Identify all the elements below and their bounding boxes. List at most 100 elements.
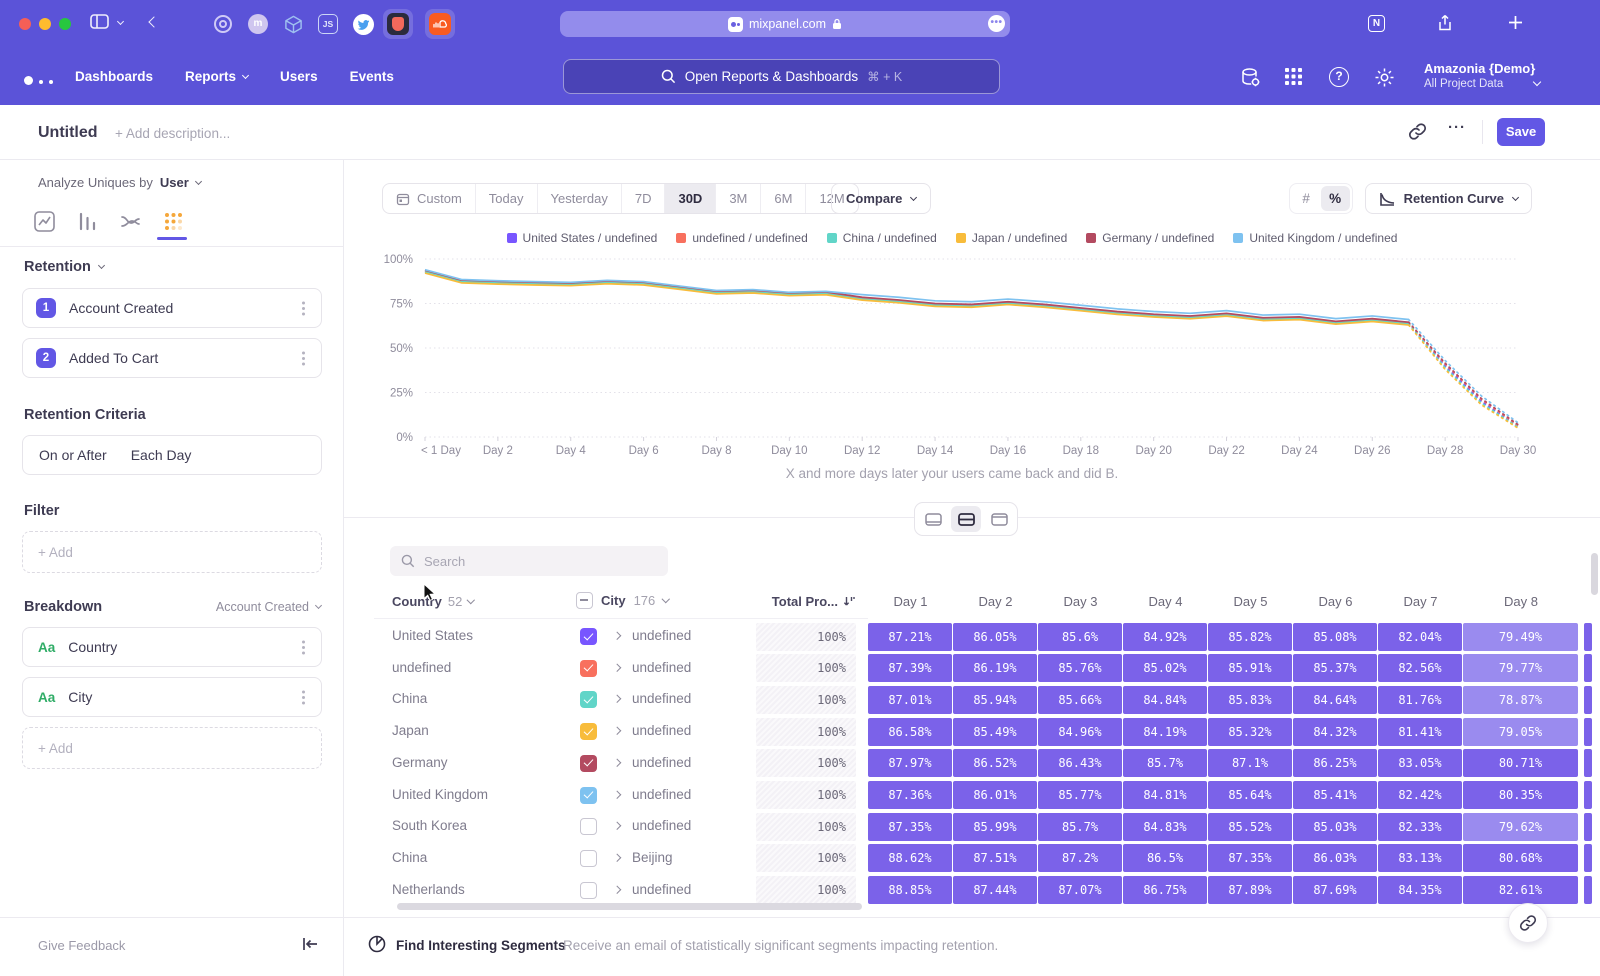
sidebar-toggle-icon[interactable]	[90, 14, 109, 29]
copy-link-icon[interactable]	[1408, 122, 1427, 146]
new-tab-icon[interactable]	[1508, 15, 1523, 30]
row-checkbox[interactable]	[580, 787, 597, 804]
range-6m[interactable]: 6M	[760, 184, 805, 213]
settings-gear-icon[interactable]	[1374, 67, 1394, 87]
mixpanel-logo-icon[interactable]	[24, 72, 53, 90]
back-button[interactable]	[150, 18, 158, 26]
extension-soundcloud-icon[interactable]	[425, 9, 455, 39]
nav-events[interactable]: Events	[350, 69, 394, 84]
address-bar[interactable]: mixpanel.com •••	[560, 11, 1010, 37]
select-all-checkbox[interactable]	[576, 592, 593, 609]
legend-item[interactable]: Japan / undefined	[956, 231, 1067, 245]
breakdown-add-button[interactable]: + Add	[22, 727, 322, 769]
expand-chevron-icon[interactable]	[613, 790, 621, 798]
find-interesting-segments-link[interactable]: Find Interesting Segments	[396, 938, 566, 953]
split-view-button[interactable]	[951, 506, 981, 532]
row-checkbox[interactable]	[580, 628, 597, 645]
expand-chevron-icon[interactable]	[613, 632, 621, 640]
extension-twitter-icon[interactable]	[348, 9, 378, 39]
address-more-icon[interactable]: •••	[988, 15, 1005, 32]
filter-add-button[interactable]: + Add	[22, 531, 322, 573]
range-3m[interactable]: 3M	[715, 184, 760, 213]
give-feedback-link[interactable]: Give Feedback	[38, 938, 125, 953]
row-checkbox[interactable]	[580, 660, 597, 677]
table-search-input[interactable]	[424, 554, 644, 569]
legend-item[interactable]: Germany / undefined	[1086, 231, 1214, 245]
global-search-bar[interactable]: Open Reports & Dashboards ⌘ + K	[563, 59, 1000, 94]
horizontal-scrollbar[interactable]	[397, 903, 862, 910]
minimize-window-button[interactable]	[39, 18, 51, 30]
number-format-button[interactable]: #	[1292, 186, 1321, 211]
row-checkbox[interactable]	[580, 723, 597, 740]
chart-type-dropdown[interactable]: Retention Curve	[1365, 183, 1532, 214]
extension-codesandbox-icon[interactable]	[278, 9, 308, 39]
apps-grid-icon[interactable]	[1284, 67, 1304, 87]
expand-chevron-icon[interactable]	[613, 759, 621, 767]
kebab-menu-icon[interactable]	[302, 307, 305, 310]
expand-chevron-icon[interactable]	[613, 854, 621, 862]
row-checkbox[interactable]	[580, 691, 597, 708]
tab-funnels[interactable]	[76, 210, 102, 236]
kebab-menu-icon[interactable]	[302, 696, 305, 699]
tab-retention[interactable]	[162, 210, 188, 236]
criteria-card[interactable]: On or After Each Day	[22, 435, 322, 475]
expand-chevron-icon[interactable]	[613, 727, 621, 735]
compare-button[interactable]: Compare	[831, 183, 931, 214]
expand-chevron-icon[interactable]	[613, 695, 621, 703]
tab-flows[interactable]	[119, 210, 145, 236]
legend-item[interactable]: United States / undefined	[507, 231, 658, 245]
breakdown-card-country[interactable]: Aa Country	[22, 627, 322, 667]
expand-chevron-icon[interactable]	[613, 885, 621, 893]
extension-m-avatar-icon[interactable]: m	[243, 9, 273, 39]
extension-target-icon[interactable]	[208, 9, 238, 39]
nav-users[interactable]: Users	[280, 69, 318, 84]
legend-item[interactable]: undefined / undefined	[676, 231, 807, 245]
criteria-each-day[interactable]: Each Day	[131, 447, 192, 463]
legend-item[interactable]: China / undefined	[827, 231, 937, 245]
tab-group-chevron-icon[interactable]	[118, 19, 123, 24]
project-selector[interactable]: Amazonia {Demo} All Project Data	[1424, 61, 1535, 90]
more-options-button[interactable]: ···	[1448, 119, 1466, 136]
extension-js-icon[interactable]: JS	[313, 9, 343, 39]
extension-pocket-icon[interactable]	[383, 9, 413, 39]
nav-reports[interactable]: Reports	[185, 69, 248, 84]
share-link-fab[interactable]	[1508, 903, 1548, 943]
step-card-account-created[interactable]: 1 Account Created	[22, 288, 322, 328]
breakdown-card-city[interactable]: Aa City	[22, 677, 322, 717]
table-only-view-button[interactable]	[984, 506, 1014, 532]
share-icon[interactable]	[1437, 14, 1453, 32]
nav-dashboards[interactable]: Dashboards	[75, 69, 153, 84]
percent-format-button[interactable]: %	[1321, 186, 1350, 211]
kebab-menu-icon[interactable]	[302, 646, 305, 649]
tab-insights[interactable]	[33, 210, 59, 236]
row-checkbox[interactable]	[580, 882, 597, 899]
help-icon[interactable]: ?	[1329, 67, 1349, 87]
column-header-city[interactable]: City176	[576, 592, 669, 609]
criteria-on-or-after[interactable]: On or After	[39, 447, 107, 463]
row-checkbox[interactable]	[580, 818, 597, 835]
chart-only-view-button[interactable]	[918, 506, 948, 532]
data-management-icon[interactable]	[1240, 67, 1260, 87]
add-description[interactable]: + Add description...	[115, 126, 230, 141]
range-custom[interactable]: Custom	[383, 184, 475, 213]
legend-item[interactable]: United Kingdom / undefined	[1233, 231, 1397, 245]
expand-chevron-icon[interactable]	[613, 664, 621, 672]
row-checkbox[interactable]	[580, 755, 597, 772]
kebab-menu-icon[interactable]	[302, 357, 305, 360]
vertical-scrollbar[interactable]	[1591, 553, 1598, 595]
step-card-added-to-cart[interactable]: 2 Added To Cart	[22, 338, 322, 378]
close-window-button[interactable]	[19, 18, 31, 30]
range-30d[interactable]: 30D	[664, 184, 715, 213]
save-button[interactable]: Save	[1497, 118, 1545, 146]
retention-line-chart[interactable]: 0%25%50%75%100%< 1 DayDay 2Day 4Day 6Day…	[344, 250, 1560, 464]
analyze-entity-select[interactable]: User	[160, 175, 189, 190]
collapse-sidebar-icon[interactable]	[302, 937, 318, 956]
expand-chevron-icon[interactable]	[613, 822, 621, 830]
retention-section-title[interactable]: Retention	[24, 259, 104, 275]
column-header-total[interactable]: Total Pro...	[744, 594, 856, 609]
table-search[interactable]	[390, 546, 668, 576]
range-yesterday[interactable]: Yesterday	[537, 184, 621, 213]
zoom-window-button[interactable]	[59, 18, 71, 30]
breakdown-event-select[interactable]: Account Created	[216, 600, 321, 614]
range-today[interactable]: Today	[475, 184, 537, 213]
